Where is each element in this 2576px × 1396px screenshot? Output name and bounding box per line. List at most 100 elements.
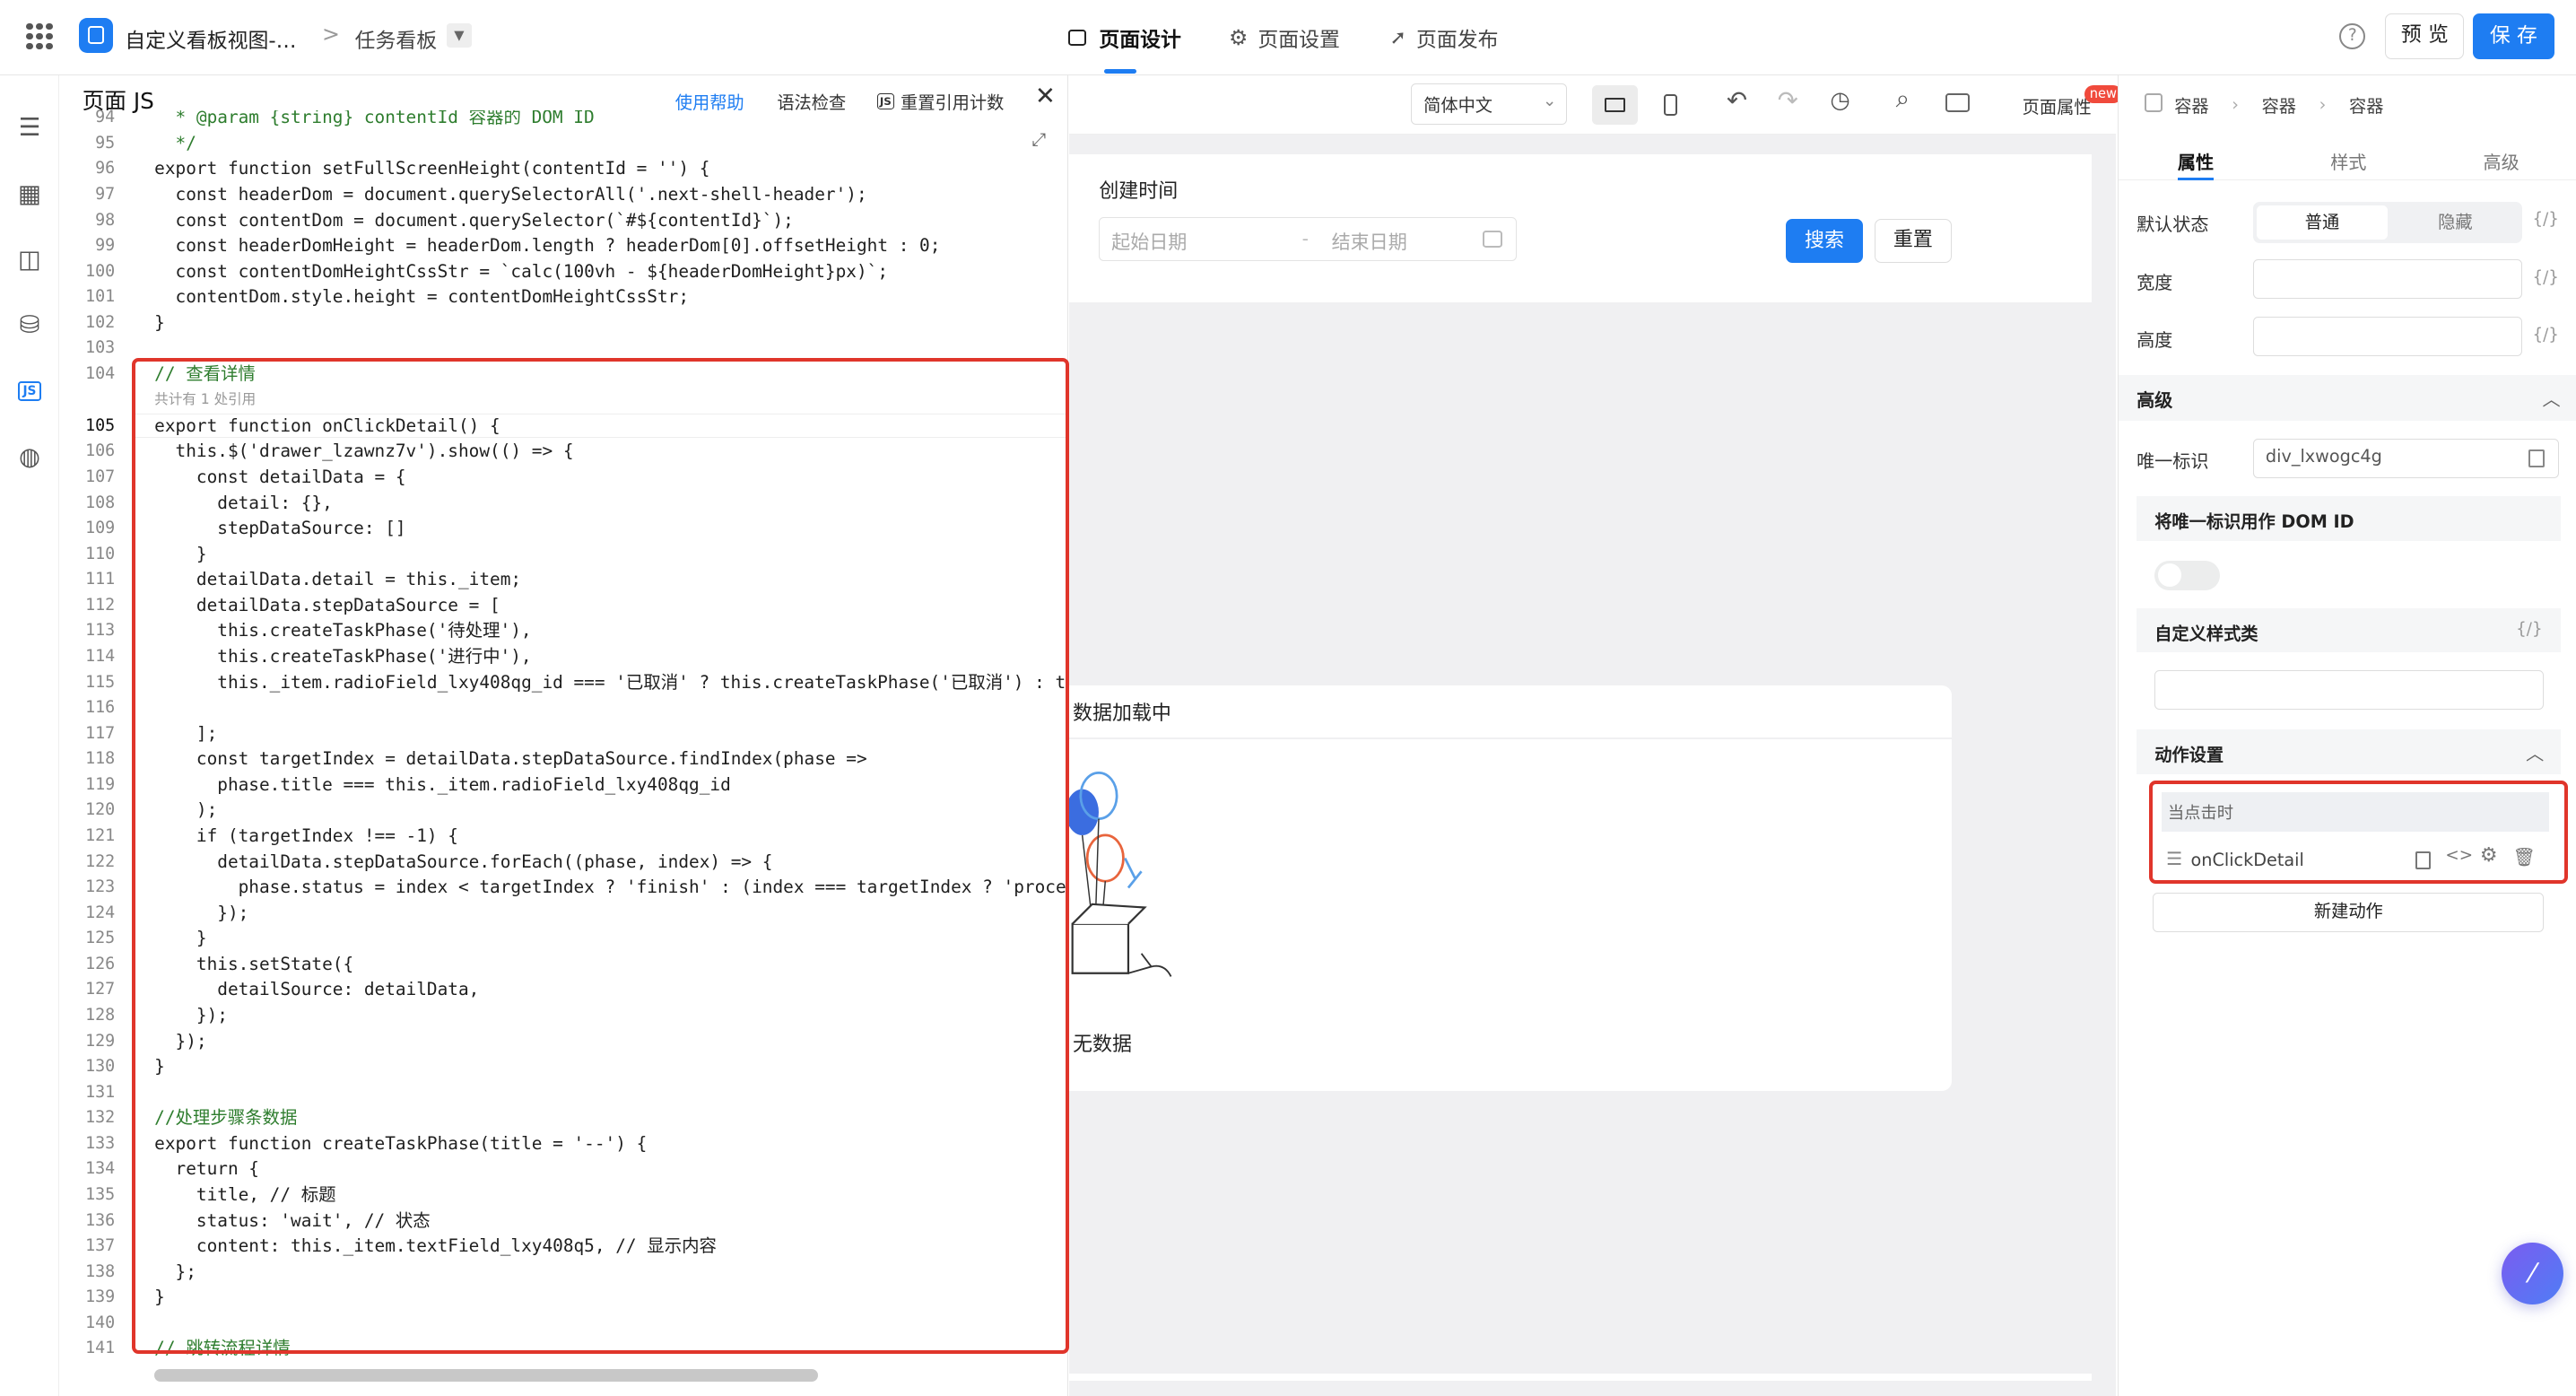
- filter-label: 创建时间: [1099, 179, 1179, 203]
- chevron-right-icon: ›: [2232, 94, 2239, 116]
- loading-header: [1069, 685, 1952, 738]
- component-breadcrumb: 容器 › 容器 › 容器: [2174, 92, 2383, 118]
- uid-input[interactable]: div_lxwogc4g: [2253, 439, 2559, 478]
- chevron-right-icon: ›: [2319, 94, 2327, 116]
- action-section-title: 动作设置: [2154, 745, 2224, 766]
- apps-grid-icon[interactable]: [26, 22, 53, 49]
- app-title[interactable]: 自定义看板视图-…: [125, 23, 296, 54]
- dom-id-label: 将唯一标识用作 DOM ID: [2154, 510, 2354, 532]
- close-icon[interactable]: ✕: [1035, 83, 1056, 110]
- breadcrumb-item[interactable]: 容器: [2349, 92, 2383, 118]
- code-line: const headerDomHeight = headerDom.length…: [154, 235, 941, 257]
- property-panel: 容器 › 容器 › 容器 属性 样式 高级 默认状态 普通 隐藏 {/} 宽度 …: [2117, 75, 2576, 1396]
- new-badge: new: [2084, 85, 2122, 104]
- chevron-down-icon: ⌄: [1543, 91, 1557, 110]
- state-toggle[interactable]: 普通 隐藏: [2253, 202, 2523, 244]
- variable-binding-button[interactable]: {/}: [2516, 620, 2542, 639]
- empty-illustration: [1069, 771, 1172, 977]
- page-properties-button[interactable]: 页面属性: [2023, 93, 2092, 118]
- design-canvas: 简体中文 ⌄ ↶ ↷ ◷ ⌕ 页面属性 new 创建时间 起始日期 - 结束日期…: [1069, 75, 2122, 1396]
- magic-wand-icon: ⁄: [2530, 1258, 2535, 1289]
- new-action-button[interactable]: 新建动作: [2153, 892, 2545, 932]
- app-logo: [78, 18, 114, 53]
- code-line: * @param {string} contentId 容器的 DOM ID: [154, 109, 595, 128]
- top-bar: 自定义看板视图-… > 任务看板 ▼ 页面设计 ⚙ 页面设置 ➚ 页面发布 ? …: [0, 0, 2576, 76]
- tab-properties[interactable]: 属性: [2178, 148, 2214, 174]
- desktop-view-button[interactable]: [1591, 85, 1639, 126]
- canvas-bottom-edge: [1069, 1374, 2092, 1381]
- mobile-view-button[interactable]: [1658, 89, 1684, 122]
- history-icon[interactable]: ◷: [1830, 87, 1849, 114]
- loading-text: 数据加载中: [1073, 702, 1171, 726]
- ai-assistant-button[interactable]: ⁄: [2501, 1242, 2564, 1305]
- end-date-input[interactable]: 结束日期: [1332, 228, 1407, 255]
- globe-icon[interactable]: ◍: [13, 441, 47, 474]
- chevron-up-icon[interactable]: ︿: [2526, 739, 2544, 765]
- components-icon[interactable]: ▦: [13, 178, 47, 211]
- code-line: const headerDom = document.querySelector…: [154, 183, 867, 205]
- chevron-up-icon[interactable]: ︿: [2542, 385, 2560, 411]
- data-source-icon[interactable]: ⛁: [13, 309, 47, 342]
- tab-advanced[interactable]: 高级: [2484, 148, 2519, 174]
- tab-page-settings[interactable]: ⚙ 页面设置: [1229, 23, 1340, 53]
- chevron-down-icon: ▼: [454, 27, 465, 43]
- breadcrumb-item[interactable]: 容器: [2262, 92, 2296, 118]
- redo-icon[interactable]: ↷: [1778, 87, 1798, 115]
- search-icon[interactable]: ⌕: [1896, 85, 1910, 114]
- tab-page-publish[interactable]: ➚ 页面发布: [1390, 23, 1499, 53]
- code-line: contentDom.style.height = contentDomHeig…: [154, 286, 690, 308]
- js-icon[interactable]: JS: [13, 375, 47, 408]
- code-line: const contentDom = document.querySelecto…: [154, 209, 794, 231]
- tab-active-indicator: [2177, 177, 2215, 181]
- variable-binding-button[interactable]: {/}: [2532, 326, 2558, 345]
- breadcrumb-item[interactable]: 容器: [2174, 92, 2208, 118]
- height-input[interactable]: [2253, 317, 2523, 357]
- default-state-label: 默认状态: [2137, 214, 2209, 236]
- dom-id-switch[interactable]: [2154, 560, 2221, 590]
- empty-text: 无数据: [1073, 1033, 1132, 1056]
- keyboard-icon[interactable]: [1945, 93, 1971, 112]
- undo-icon[interactable]: ↶: [1727, 87, 1747, 115]
- code-line: export function setFullScreenHeight(cont…: [154, 158, 710, 179]
- action-highlight-box: [2148, 781, 2568, 885]
- tab-page-design[interactable]: 页面设计: [1067, 23, 1181, 53]
- outline-tree-icon[interactable]: ☰: [13, 112, 47, 145]
- variable-binding-button[interactable]: {/}: [2532, 210, 2558, 229]
- code-line: }: [154, 311, 165, 333]
- active-tab-indicator: [1103, 68, 1137, 74]
- checkbox-icon[interactable]: [2145, 93, 2163, 112]
- state-option-hidden[interactable]: 隐藏: [2391, 205, 2519, 240]
- send-icon: ➚: [1389, 26, 1406, 49]
- page-name[interactable]: 任务看板: [355, 23, 438, 54]
- height-label: 高度: [2137, 328, 2173, 351]
- search-button[interactable]: 搜索: [1785, 218, 1863, 264]
- range-separator: -: [1301, 227, 1309, 249]
- laptop-icon: [1604, 97, 1626, 113]
- language-select[interactable]: 简体中文 ⌄: [1411, 83, 1568, 126]
- preview-button[interactable]: 预 览: [2385, 13, 2465, 59]
- horizontal-scrollbar[interactable]: [154, 1368, 819, 1383]
- date-range-picker[interactable]: 起始日期 - 结束日期: [1099, 216, 1517, 262]
- advanced-section-header[interactable]: [2118, 374, 2576, 421]
- width-input[interactable]: [2253, 259, 2523, 300]
- calendar-icon: [1483, 231, 1503, 248]
- left-sidebar: ☰ ▦ ◫ ⛁ JS ◍: [0, 75, 59, 1396]
- phone-icon: [1664, 94, 1678, 117]
- code-highlight-box: [131, 358, 1070, 1355]
- reset-button[interactable]: 重置: [1874, 218, 1952, 264]
- chevron-right-icon: >: [321, 21, 340, 47]
- gear-icon: ⚙: [1229, 25, 1249, 51]
- page-layout-icon[interactable]: ◫: [13, 243, 47, 276]
- empty-card: [1069, 739, 1952, 1092]
- tab-style[interactable]: 样式: [2330, 148, 2366, 174]
- help-icon[interactable]: ?: [2339, 22, 2366, 49]
- start-date-input[interactable]: 起始日期: [1111, 228, 1187, 255]
- state-option-normal[interactable]: 普通: [2256, 205, 2389, 240]
- code-line: const contentDomHeightCssStr = `calc(100…: [154, 260, 889, 282]
- save-button[interactable]: 保 存: [2472, 13, 2555, 59]
- variable-binding-button[interactable]: {/}: [2532, 268, 2558, 287]
- page-switch-dropdown[interactable]: ▼: [447, 22, 472, 48]
- custom-class-input[interactable]: [2154, 670, 2545, 711]
- copy-icon[interactable]: [2528, 449, 2546, 468]
- width-label: 宽度: [2137, 271, 2173, 293]
